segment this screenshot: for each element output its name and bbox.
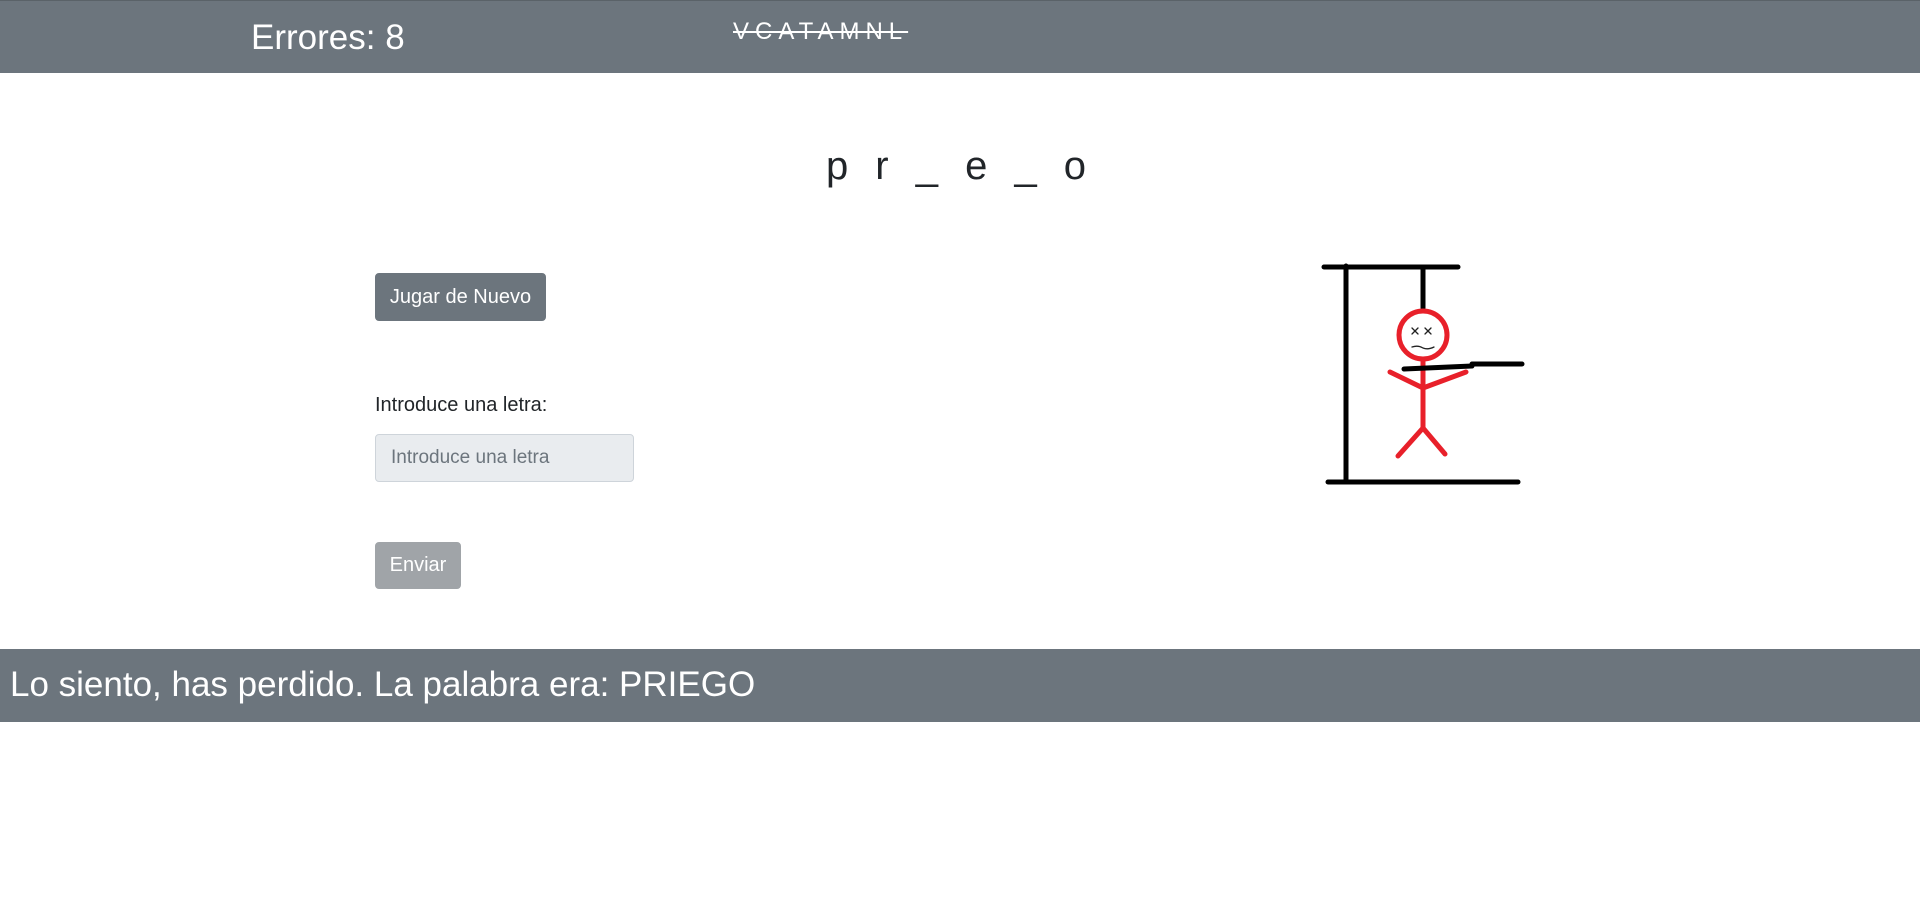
- hangman-left-arm: [1387, 369, 1426, 391]
- hangman-left-leg: [1395, 425, 1426, 459]
- hangman-head: [1396, 308, 1450, 362]
- play-again-button[interactable]: Jugar de Nuevo: [375, 273, 546, 321]
- used-letters: VCATAMNL: [733, 18, 909, 45]
- hangman-right-arm: [1420, 369, 1469, 391]
- letter-input-label: Introduce una letra:: [375, 394, 548, 416]
- submit-button[interactable]: Enviar: [375, 542, 461, 589]
- hangman-right-leg: [1420, 425, 1448, 457]
- top-bar: Errores: 8 VCATAMNL: [0, 0, 1920, 73]
- letter-input[interactable]: [375, 434, 634, 482]
- errors-counter: Errores: 8: [251, 18, 405, 57]
- hangman-face: [1411, 327, 1435, 350]
- hangman-drawing: [1321, 263, 1525, 485]
- result-banner: Lo siento, has perdido. La palabra era: …: [0, 649, 1920, 722]
- word-display: p r _ e _ o: [825, 144, 1095, 188]
- hangman-figure: [1387, 308, 1469, 459]
- result-message: Lo siento, has perdido. La palabra era: …: [10, 665, 756, 704]
